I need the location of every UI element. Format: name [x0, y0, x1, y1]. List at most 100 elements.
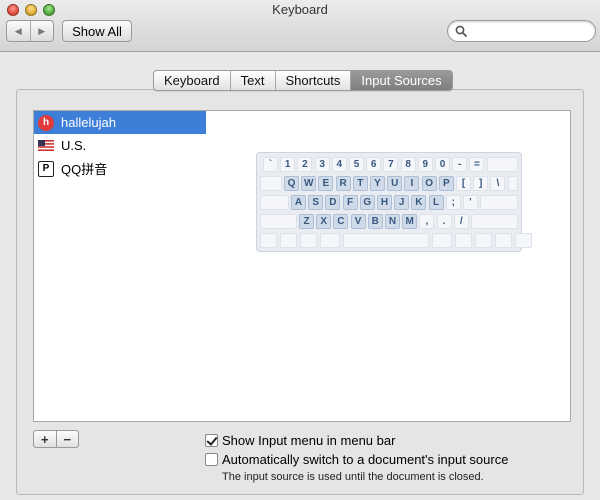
input-sources-list: h hallelujah U.S. P QQ拼音	[33, 110, 207, 422]
list-edit-controls: + −	[33, 430, 79, 448]
blank-key	[343, 233, 429, 248]
show-input-menu-checkbox[interactable]	[205, 434, 218, 447]
keyboard-key: ;	[445, 195, 461, 210]
keyboard-key: =	[469, 157, 485, 172]
keyboard-key: Z	[299, 214, 314, 229]
keyboard-key: X	[316, 214, 332, 229]
keyboard-key: '	[463, 195, 478, 210]
keyboard-layout-preview: ` 1 2 3 4 5 6 7 8 9 0- = Q W E R T Y U I O P[] \ A S D F G H J K L; ' Z X C…	[256, 152, 532, 252]
keyboard-row	[260, 233, 532, 249]
tab-shortcuts[interactable]: Shortcuts	[274, 71, 351, 90]
keyboard-key: 5	[349, 157, 364, 172]
keyboard-key: I	[404, 176, 420, 191]
keyboard-key: Q	[284, 176, 299, 191]
keyboard-key: H	[377, 195, 392, 210]
list-item-label: QQ拼音	[61, 162, 108, 177]
keyboard-key: 2	[297, 157, 313, 172]
show-input-menu-option[interactable]: Show Input menu in menu bar	[205, 433, 395, 448]
hallelujah-icon: h	[38, 114, 54, 131]
keyboard-key: B	[367, 214, 383, 229]
keyboard-row: A S D F G H J K L; '	[260, 195, 518, 211]
blank-key	[471, 214, 518, 229]
list-item-qq-pinyin[interactable]: P QQ拼音	[34, 157, 206, 180]
blank-key	[486, 157, 518, 172]
auto-switch-label[interactable]: Automatically switch to a document's inp…	[222, 452, 508, 467]
tab-text[interactable]: Text	[229, 71, 275, 90]
blank-key	[480, 195, 518, 210]
forward-arrow-icon: ▶	[38, 25, 46, 36]
keyboard-key: `	[263, 157, 278, 172]
keyboard-key: ]	[473, 176, 489, 191]
keyboard-key: G	[359, 195, 375, 210]
forward-button[interactable]: ▶	[29, 21, 54, 41]
window-toolbar: Keyboard ◀ ▶ Show All	[0, 0, 600, 52]
blank-key	[260, 233, 277, 248]
qq-pinyin-icon: P	[38, 160, 54, 177]
keyboard-key: N	[385, 214, 400, 229]
keyboard-key: /	[453, 214, 469, 229]
auto-switch-checkbox[interactable]	[205, 453, 218, 466]
keyboard-key: U	[387, 176, 403, 191]
blank-key	[280, 233, 297, 248]
keyboard-key: R	[335, 176, 351, 191]
auto-switch-note: The input source is used until the docum…	[222, 471, 484, 483]
keyboard-row: Z X C V B N M,. /	[260, 214, 518, 230]
blank-key	[455, 233, 472, 248]
blank-key	[300, 233, 317, 248]
keyboard-key: M	[402, 214, 418, 229]
blank-key	[320, 233, 340, 248]
search-field[interactable]	[447, 20, 596, 42]
keyboard-key: A	[291, 195, 306, 210]
keyboard-row: Q W E R T Y U I O P[] \	[260, 176, 518, 192]
keyboard-key: C	[333, 214, 349, 229]
keyboard-key: 3	[314, 157, 330, 172]
blank-key	[475, 233, 492, 248]
tab-keyboard[interactable]: Keyboard	[154, 71, 230, 90]
tab-bar: Keyboard Text Shortcuts Input Sources	[153, 70, 453, 91]
keyboard-key: 4	[331, 157, 347, 172]
remove-input-source-button[interactable]: −	[55, 431, 79, 447]
search-icon	[455, 25, 467, 37]
keyboard-key: T	[352, 176, 368, 191]
us-flag-icon	[38, 140, 54, 151]
keyboard-key: K	[411, 195, 427, 210]
list-item-label: hallelujah	[61, 115, 116, 130]
show-input-menu-label[interactable]: Show Input menu in menu bar	[222, 433, 395, 448]
keyboard-key: W	[301, 176, 317, 191]
keyboard-key: 6	[366, 157, 382, 172]
keyboard-key: O	[421, 176, 437, 191]
keyboard-row: ` 1 2 3 4 5 6 7 8 9 0- =	[260, 157, 518, 173]
back-arrow-icon: ◀	[14, 25, 22, 36]
keyboard-key: .	[436, 214, 452, 229]
back-forward-control: ◀ ▶	[6, 20, 54, 42]
auto-switch-option[interactable]: Automatically switch to a document's inp…	[205, 452, 508, 467]
keyboard-key: E	[318, 176, 334, 191]
keyboard-key: 1	[280, 157, 296, 172]
keyboard-key: [	[456, 176, 471, 191]
tab-input-sources[interactable]: Input Sources	[350, 71, 452, 90]
keyboard-key: \	[490, 176, 506, 191]
add-input-source-button[interactable]: +	[34, 431, 56, 447]
keyboard-key: V	[350, 214, 366, 229]
blank-key	[260, 214, 297, 229]
list-item-hallelujah[interactable]: h hallelujah	[34, 111, 206, 134]
list-item-label: U.S.	[61, 138, 87, 153]
show-all-button[interactable]: Show All	[62, 20, 132, 42]
blank-key	[260, 195, 289, 210]
window-title: Keyboard	[272, 2, 328, 17]
keyboard-key: 0	[435, 157, 450, 172]
keyboard-key: 7	[383, 157, 399, 172]
keyboard-key: -	[452, 157, 468, 172]
blank-key	[495, 233, 512, 248]
keyboard-key: 8	[400, 157, 416, 172]
keyboard-key: F	[342, 195, 358, 210]
blank-key	[260, 176, 282, 191]
keyboard-key: J	[394, 195, 410, 210]
keyboard-key: 9	[417, 157, 433, 172]
keyboard-key: P	[438, 176, 454, 191]
list-item-us[interactable]: U.S.	[34, 134, 206, 157]
keyboard-key: S	[308, 195, 324, 210]
keyboard-key: L	[428, 195, 444, 210]
back-button[interactable]: ◀	[7, 21, 30, 41]
keyboard-key: Y	[370, 176, 385, 191]
